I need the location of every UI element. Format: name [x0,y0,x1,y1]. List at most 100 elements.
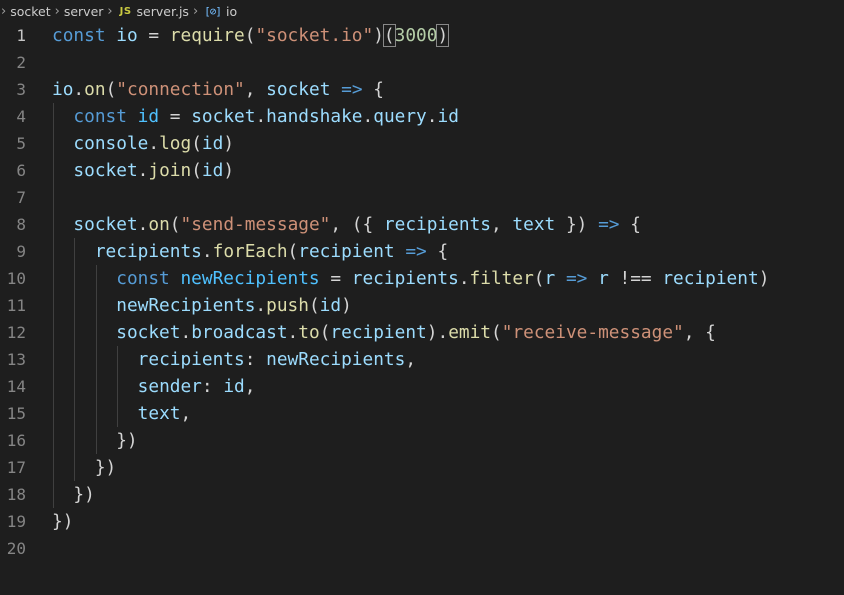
code-line[interactable]: 2 [0,49,844,76]
chevron-right-icon: › [1,3,7,19]
code-token: = [137,25,170,46]
line-number: 11 [6,296,26,315]
code-token: require [169,25,245,46]
code-token: 3000 [394,25,438,46]
code-line[interactable]: 18 }) [0,481,844,508]
chevron-right-icon: › [192,3,199,19]
line-number: 2 [16,53,26,72]
code-line[interactable]: 1 const io = require("socket.io")(3000) [0,22,844,49]
code-line[interactable]: 5 console.log(id) [0,130,844,157]
code-line[interactable]: 19}) [0,508,844,535]
code-token: sender [137,376,202,397]
code-token: const [73,106,138,127]
code-token: , { [683,322,716,343]
code-text: }) [52,481,94,508]
code-token: ). [426,322,449,343]
code-text: socket.broadcast.to(recipient).emit("rec… [52,319,716,346]
code-token: . [362,106,374,127]
code-token: forEach [212,241,288,262]
code-token: log [159,133,192,154]
code-token: => [565,268,588,289]
code-text: recipients.forEach(recipient => { [52,238,448,265]
line-number: 16 [6,431,26,450]
code-token: r [598,268,609,289]
line-number: 1 [16,26,26,45]
line-number: 15 [6,404,26,423]
code-line[interactable]: 8 socket.on("send-message", ({ recipient… [0,211,844,238]
code-line[interactable]: 6 socket.join(id) [0,157,844,184]
code-line[interactable]: 9 recipients.forEach(recipient => { [0,238,844,265]
code-token: recipient [298,241,395,262]
code-token: io [116,25,138,46]
code-token: ( [169,214,181,235]
code-token: const [116,268,181,289]
code-token: . [255,106,267,127]
line-number: 10 [6,269,26,288]
code-line[interactable]: 11 newRecipients.push(id) [0,292,844,319]
code-token: ( [319,322,331,343]
code-line[interactable]: 10 const newRecipients = recipients.filt… [0,265,844,292]
code-token: broadcast [191,322,288,343]
code-token: query [373,106,427,127]
code-line[interactable]: 14 sender: id, [0,373,844,400]
code-token: , [490,214,513,235]
code-token: recipients [351,268,459,289]
code-token: ( [287,241,299,262]
code-text: }) [52,508,73,535]
code-text: }) [52,454,116,481]
code-text: console.log(id) [52,130,234,157]
code-line[interactable]: 7 [0,184,844,211]
code-token: { [362,79,384,100]
code-token: filter [469,268,534,289]
code-line[interactable]: 12 socket.broadcast.to(recipient).emit("… [0,319,844,346]
line-number: 14 [6,377,26,396]
code-token: }) [52,511,74,532]
code-text: socket.join(id) [52,157,234,184]
code-token: newRecipients [180,268,320,289]
breadcrumb-folder-socket[interactable]: socket [10,4,50,19]
code-text: const id = socket.handshake.query.id [52,103,458,130]
line-number: 9 [16,242,26,261]
code-line[interactable]: 13 recipients: newRecipients, [0,346,844,373]
code-line[interactable]: 16 }) [0,427,844,454]
indent-guide [74,238,76,481]
breadcrumb-file[interactable]: server.js [137,4,189,19]
code-token: "receive-message" [501,322,684,343]
line-number: 17 [6,458,26,477]
code-token: recipient [662,268,759,289]
code-token: ( [491,322,502,343]
code-token: . [137,214,149,235]
code-line[interactable]: 3 io.on("connection", socket => { [0,76,844,103]
code-line[interactable]: 17 }) [0,454,844,481]
code-token: id [137,106,160,127]
code-token: , [244,79,267,100]
code-line[interactable]: 20 [0,535,844,562]
line-number: 6 [16,161,26,180]
code-token: => [341,79,363,100]
line-number: 4 [16,107,26,126]
line-number: 8 [16,215,26,234]
code-token: recipients [137,349,245,370]
code-token: ) [223,160,235,181]
breadcrumb-symbol[interactable]: io [226,4,237,19]
code-token: newRecipients [266,349,406,370]
code-line[interactable]: 15 text, [0,400,844,427]
breadcrumb-folder-server[interactable]: server [64,4,104,19]
code-token: text [512,214,556,235]
code-token: , [180,403,192,424]
code-line[interactable]: 4 const id = socket.handshake.query.id [0,103,844,130]
line-number: 7 [16,188,26,207]
line-number: 3 [16,80,26,99]
code-token: ( [308,295,320,316]
code-editor[interactable]: 1 const io = require("socket.io")(3000) 2 3… [0,22,844,595]
code-text: newRecipients.push(id) [52,292,352,319]
